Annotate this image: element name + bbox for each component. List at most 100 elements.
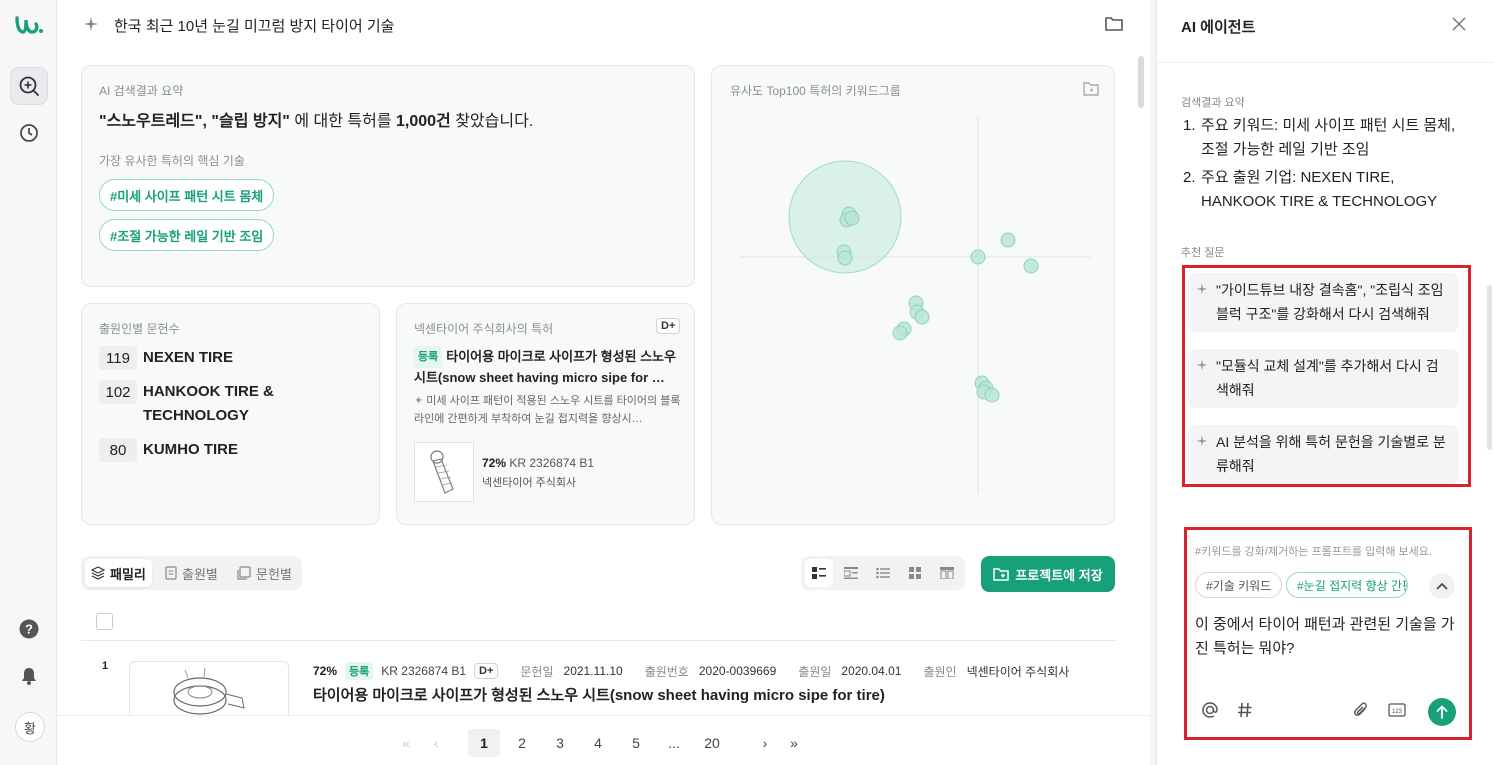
user-avatar[interactable]: 황 — [15, 712, 45, 742]
save-to-project-button[interactable]: 프로젝트에 저장 — [981, 556, 1115, 592]
core-tech-tag[interactable]: #조절 가능한 레일 기반 조임 — [99, 219, 275, 251]
applicant-row[interactable]: 119 NEXEN TIRE — [99, 346, 233, 370]
page-button[interactable]: 1 — [468, 729, 500, 757]
result-score: 72% — [313, 664, 338, 678]
layout-list-icon[interactable] — [869, 559, 897, 587]
applicant-name: NEXEN TIRE — [143, 349, 234, 366]
keyword-chip[interactable]: #눈길 접지력 향상 간편 — [1286, 572, 1408, 598]
result-thumbnail[interactable] — [129, 661, 289, 721]
arrow-up-icon — [1436, 705, 1448, 719]
summary-list: 1. 주요 키워드: 미세 사이프 패턴 시트 몸체, 조절 가능한 레일 기반 … — [1183, 114, 1473, 218]
result-number: KR 2326874 B1 — [381, 664, 467, 678]
last-page-icon[interactable]: » — [778, 729, 810, 757]
layout-grid-icon[interactable] — [901, 559, 929, 587]
grade-badge: D+ — [474, 663, 499, 679]
applicant-name: KUMHO TIRE — [143, 441, 238, 458]
scatter-point — [892, 325, 908, 341]
company-patent-label: 넥센타이어 주식회사의 특허 — [414, 322, 554, 336]
summary-label: AI 검색결과 요약 — [99, 84, 184, 98]
grade-badge: D+ — [656, 318, 681, 334]
layout-table-icon[interactable] — [933, 559, 961, 587]
select-all-checkbox[interactable] — [96, 613, 113, 630]
send-button[interactable] — [1428, 698, 1456, 726]
publication-date: 2021.11.10 — [563, 664, 623, 678]
page-button[interactable]: 3 — [544, 729, 576, 757]
tab-family[interactable]: 패밀리 — [85, 559, 152, 587]
summary-sentence: "스노우트레드", "슬립 방지" 에 대한 특허를 1,000건 찾았습니다. — [99, 107, 533, 131]
result-applicant: 넥센타이어 주식회사 — [966, 664, 1070, 679]
next-page-icon[interactable]: › — [749, 729, 781, 757]
status-badge: 등록 — [414, 346, 443, 368]
page-button[interactable]: 2 — [506, 729, 538, 757]
mention-icon[interactable] — [1201, 701, 1219, 724]
patent-title-text: 타이어용 마이크로 사이프가 형성된 스노우 시트(snow sheet hav… — [414, 349, 676, 385]
sparkle-icon — [83, 16, 99, 37]
sparkle-icon — [1196, 359, 1208, 371]
layers-icon — [91, 566, 105, 580]
applicant-doc-count: 80 — [99, 438, 137, 462]
summary-count: 1,000건 — [396, 113, 451, 130]
patent-thumbnail[interactable] — [414, 442, 474, 502]
patent-description-text: 미세 사이프 패턴이 적용된 스노우 시트를 타이어의 블록 라인에 간편하게 … — [414, 395, 681, 425]
history-icon[interactable] — [10, 114, 48, 152]
keyword-group-scatter-card: 유사도 Top100 특허의 키워드그룹 — [711, 65, 1115, 525]
layout-list-thumb-icon[interactable] — [805, 559, 833, 587]
sparkle-icon: ✦ — [414, 395, 427, 407]
page-button[interactable]: 5 — [620, 729, 652, 757]
scatter-point — [1000, 232, 1016, 248]
layout-switcher — [801, 556, 965, 590]
company-patent-card[interactable]: 넥센타이어 주식회사의 특허 D+ 등록 타이어용 마이크로 사이프가 형성된 스… — [396, 303, 695, 525]
left-rail: ? 황 — [0, 0, 57, 765]
suggested-question[interactable]: "모듈식 교체 설계"를 추가해서 다시 검색해줘 — [1188, 349, 1459, 408]
page-button[interactable]: 4 — [582, 729, 614, 757]
new-search-icon[interactable] — [10, 67, 48, 105]
help-icon[interactable]: ? — [10, 610, 48, 648]
scatter-point — [914, 309, 930, 325]
patent-score: 72% KR 2326874 B1 — [482, 456, 595, 470]
keyword-chip[interactable]: #기술 키워드 — [1195, 572, 1283, 598]
page-ellipsis: ... — [668, 735, 680, 751]
search-title-bar: 한국 최근 10년 눈길 미끄럼 방지 타이어 기술 — [57, 0, 1150, 50]
scatter-point — [837, 250, 853, 266]
status-badge: 등록 — [345, 662, 374, 680]
hashtag-icon[interactable] — [1237, 701, 1253, 724]
attach-icon[interactable] — [1353, 701, 1369, 724]
applicant-row[interactable]: 102 HANKOOK TIRE & TECHNOLOGY — [99, 380, 293, 428]
notification-bell-icon[interactable] — [10, 657, 48, 695]
keyword-scatter-plot[interactable] — [712, 66, 1116, 526]
applicant-row[interactable]: 80 KUMHO TIRE — [99, 438, 238, 462]
list-item: 2. 주요 출원 기업: NEXEN TIRE, HANKOOK TIRE & T… — [1183, 169, 1438, 210]
list-item: 1. 주요 키워드: 미세 사이프 패턴 시트 몸체, 조절 가능한 레일 기반 … — [1183, 117, 1456, 158]
applicant-count-label: 출원인별 문헌수 — [99, 322, 180, 336]
summary-tail: 찾았습니다. — [450, 113, 534, 130]
applicant-doc-count: 102 — [99, 380, 137, 404]
layout-detail-icon[interactable] — [837, 559, 865, 587]
svg-text:123: 123 — [1392, 709, 1403, 715]
applicant-doc-count: 119 — [99, 346, 137, 370]
result-title[interactable]: 타이어용 마이크로 사이프가 형성된 스노우 시트(snow sheet hav… — [313, 684, 885, 705]
suggested-question[interactable]: "가이드튜브 내장 결속홈", "조립식 조임 블럭 구조"를 강화해서 다시 … — [1188, 273, 1459, 332]
patent-title[interactable]: 등록 타이어용 마이크로 사이프가 형성된 스노우 시트(snow sheet h… — [414, 346, 682, 388]
ai-agent-panel: AI 에이전트 검색결과 요약 1. 주요 키워드: 미세 사이프 패턴 시트 몸… — [1156, 0, 1494, 765]
core-tech-tag[interactable]: #미세 사이프 패턴 시트 몸체 — [99, 179, 275, 211]
search-query-title[interactable]: 한국 최근 10년 눈길 미끄럼 방지 타이어 기술 — [114, 15, 394, 36]
prev-page-icon[interactable]: ‹ — [420, 729, 452, 757]
number-format-icon[interactable]: 123 — [1388, 701, 1406, 724]
close-icon[interactable] — [1452, 17, 1466, 36]
suggested-question[interactable]: AI 분석을 위해 특허 문헌을 기술별로 분류해줘 — [1188, 425, 1459, 484]
folder-icon[interactable] — [1104, 15, 1124, 38]
main-scrollbar[interactable] — [1138, 56, 1144, 108]
page-button[interactable]: 20 — [696, 729, 728, 757]
first-page-icon[interactable]: « — [390, 729, 422, 757]
result-index: 1 — [102, 660, 109, 672]
application-number: 2020-0039669 — [698, 664, 777, 678]
patent-owner: 넥센타이어 주식회사 — [482, 477, 577, 489]
tab-by-document[interactable]: 문헌별 — [231, 559, 298, 587]
prompt-input[interactable]: 이 중에서 타이어 패턴과 관련된 기술을 가진 특허는 뭐야? — [1195, 613, 1465, 661]
tab-by-application[interactable]: 출원별 — [159, 559, 224, 587]
app-logo-icon[interactable] — [14, 14, 44, 36]
chevron-up-icon[interactable] — [1429, 573, 1455, 599]
divider — [81, 640, 1117, 641]
application-date: 2020.04.01 — [841, 664, 902, 678]
panel-scrollbar[interactable] — [1487, 285, 1492, 450]
